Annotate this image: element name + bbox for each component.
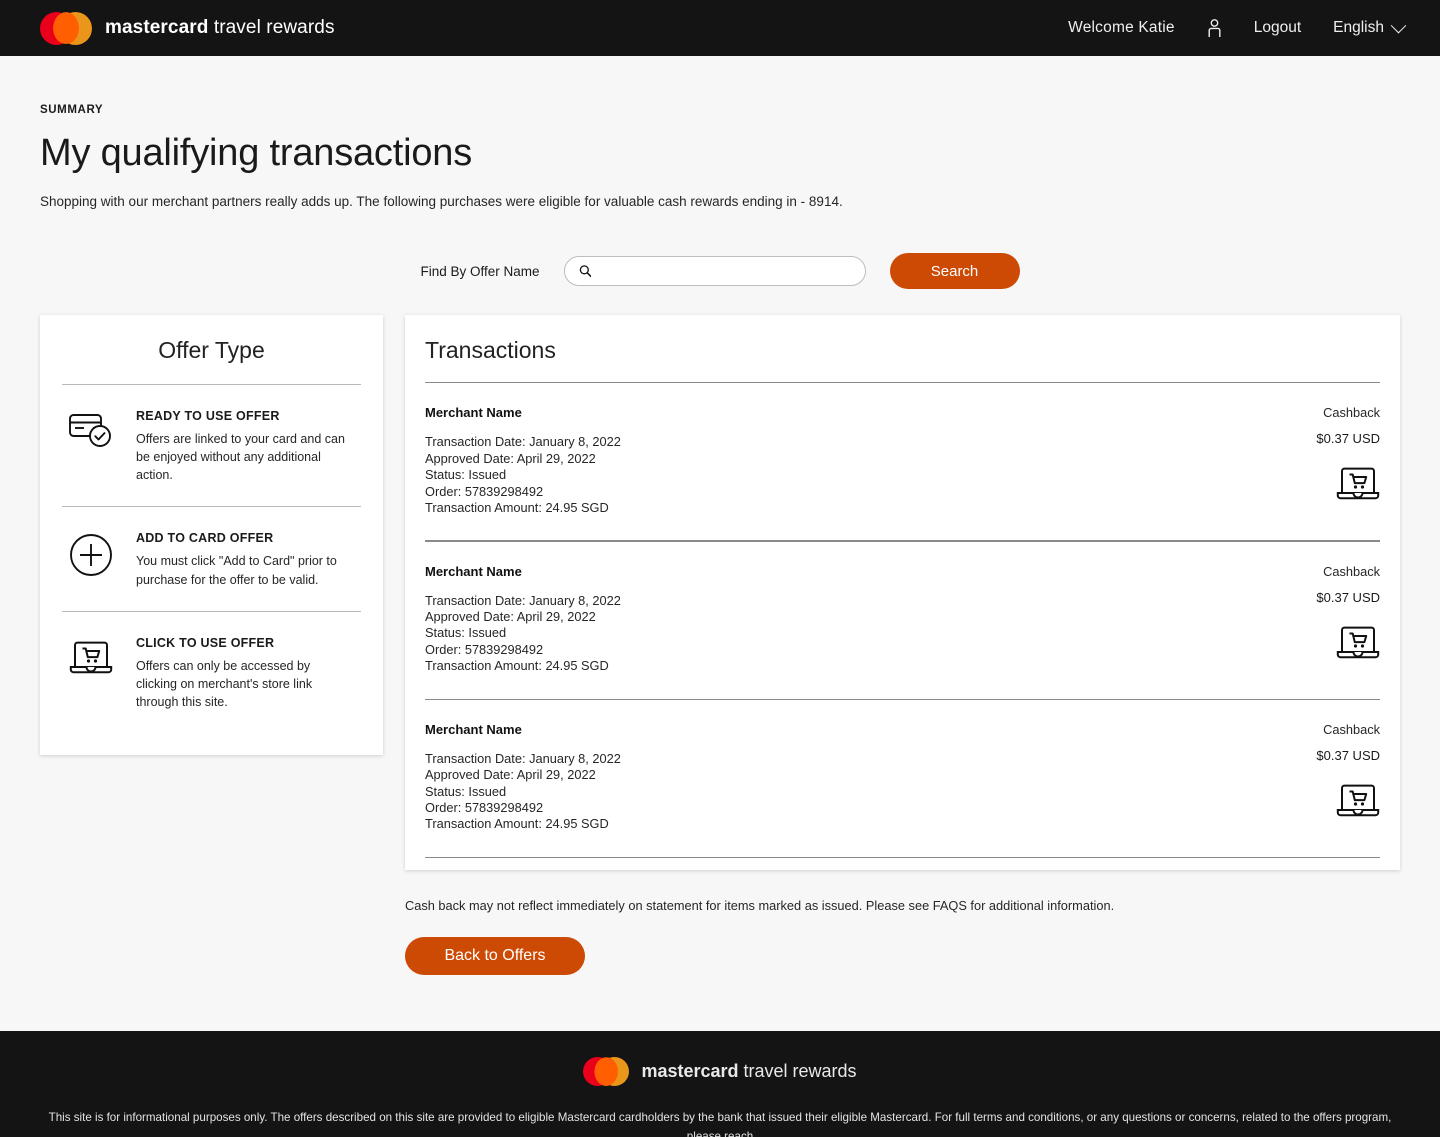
table-row: Merchant Name Transaction Date: January … xyxy=(425,542,1380,699)
footer-legal-text: This site is for informational purposes … xyxy=(20,1108,1420,1137)
back-button-wrap: Back to Offers xyxy=(40,937,1400,1031)
merchant-name: Merchant Name xyxy=(425,405,522,421)
table-row: Merchant Name Transaction Date: January … xyxy=(425,700,1380,857)
cashback-amount: $0.37 USD xyxy=(1316,431,1380,447)
transaction-date: Transaction Date: January 8, 2022 xyxy=(425,434,621,450)
transaction-fields: Transaction Date: January 8, 2022 Approv… xyxy=(425,434,621,516)
transaction-amount: Transaction Amount: 24.95 SGD xyxy=(425,816,609,832)
laptop-cart-icon xyxy=(62,636,120,676)
brand-name-bold: mastercard xyxy=(105,17,209,38)
transaction-details: Merchant Name Transaction Date: January … xyxy=(425,405,621,516)
offer-type-description: You must click "Add to Card" prior to pu… xyxy=(136,554,337,587)
offer-type-description: Offers can only be accessed by clicking … xyxy=(136,658,313,709)
transaction-fields: Transaction Date: January 8, 2022 Approv… xyxy=(425,593,621,675)
offer-type-item-add-to-card: ADD TO CARD OFFER You must click "Add to… xyxy=(62,507,361,610)
transaction-details: Merchant Name Transaction Date: January … xyxy=(425,722,621,833)
breadcrumb: SUMMARY xyxy=(40,104,104,116)
cashback-label: Cashback xyxy=(1323,563,1380,579)
divider xyxy=(425,856,1380,859)
page-subtitle: Shopping with our merchant partners real… xyxy=(40,194,843,209)
top-navigation: Welcome Katie Logout English xyxy=(1052,17,1420,38)
laptop-cart-icon xyxy=(1336,623,1380,666)
transaction-amount: Transaction Amount: 24.95 SGD xyxy=(425,658,609,674)
footer-legal-line-1: This site is for informational purposes … xyxy=(48,1111,1392,1137)
offer-type-heading: ADD TO CARD OFFER xyxy=(136,531,274,546)
footer-brand-name: mastercard travel rewards xyxy=(641,1061,856,1082)
offer-type-panel: Offer Type READY TO USE OFFER Offers are… xyxy=(40,315,383,755)
footer-brand-light: travel rewards xyxy=(738,1061,857,1082)
plus-circle-icon xyxy=(62,531,120,577)
search-box[interactable] xyxy=(563,256,866,286)
logout-link[interactable]: Logout xyxy=(1238,19,1317,37)
merchant-name: Merchant Name xyxy=(425,563,522,579)
cashback-amount: $0.37 USD xyxy=(1316,747,1380,763)
offer-type-heading: READY TO USE OFFER xyxy=(136,409,280,423)
content-columns: Offer Type READY TO USE OFFER Offers are… xyxy=(40,315,1400,871)
transaction-details: Merchant Name Transaction Date: January … xyxy=(425,564,621,675)
transaction-date: Transaction Date: January 8, 2022 xyxy=(425,750,621,766)
page-title: My qualifying transactions xyxy=(40,132,473,174)
table-row: Merchant Name Transaction Date: January … xyxy=(425,383,1380,540)
laptop-cart-icon xyxy=(1336,781,1380,824)
approved-date: Approved Date: April 29, 2022 xyxy=(425,609,596,625)
cashback-label: Cashback xyxy=(1323,405,1380,421)
merchant-name: Merchant Name xyxy=(425,721,522,737)
brand-name-light: travel rewards xyxy=(208,17,335,38)
order-number: Order: 57839298492 xyxy=(425,641,544,657)
cashback-label: Cashback xyxy=(1323,721,1380,737)
page-footer: mastercard travel rewards This site is f… xyxy=(0,1031,1440,1137)
cashback-amount: $0.37 USD xyxy=(1316,589,1380,605)
laptop-cart-icon xyxy=(1336,464,1380,507)
transaction-amount: Transaction Amount: 24.95 SGD xyxy=(425,499,609,515)
mastercard-logo-icon xyxy=(583,1057,630,1087)
status-badge: Status: Issued xyxy=(425,783,507,799)
order-number: Order: 57839298492 xyxy=(425,800,544,816)
transactions-title: Transactions xyxy=(425,337,556,363)
footer-brand-bold: mastercard xyxy=(641,1061,739,1082)
mastercard-logo-icon xyxy=(40,11,92,45)
search-icon xyxy=(579,265,592,278)
cashback-note: Cash back may not reflect immediately on… xyxy=(405,898,1115,914)
approved-date: Approved Date: April 29, 2022 xyxy=(425,767,596,783)
offer-type-description: Offers are linked to your card and can b… xyxy=(136,432,345,483)
search-label: Find By Offer Name xyxy=(420,263,540,279)
offer-type-heading: CLICK TO USE OFFER xyxy=(136,635,275,650)
brand-logo[interactable]: mastercard travel rewards xyxy=(40,11,335,45)
brand-name: mastercard travel rewards xyxy=(105,17,335,39)
offer-type-title: Offer Type xyxy=(158,337,265,363)
offer-type-item-ready-to-use: READY TO USE OFFER Offers are linked to … xyxy=(62,385,361,506)
page-content: SUMMARY My qualifying transactions Shopp… xyxy=(0,104,1440,1031)
cashback-block: Cashback $0.37 USD xyxy=(1316,564,1380,675)
transaction-date: Transaction Date: January 8, 2022 xyxy=(425,592,621,608)
search-row: Find By Offer Name Search xyxy=(40,253,1400,289)
chevron-down-icon xyxy=(1390,17,1407,33)
order-number: Order: 57839298492 xyxy=(425,483,544,499)
cashback-block: Cashback $0.37 USD xyxy=(1316,722,1380,833)
status-badge: Status: Issued xyxy=(425,467,507,483)
language-label: English xyxy=(1333,19,1384,36)
language-selector[interactable]: English xyxy=(1317,17,1420,37)
status-badge: Status: Issued xyxy=(425,625,507,641)
credit-card-check-icon xyxy=(62,409,120,449)
top-header-bar: mastercard travel rewards Welcome Katie … xyxy=(0,0,1440,56)
user-icon[interactable] xyxy=(1191,18,1238,38)
offer-type-item-click-to-use: CLICK TO USE OFFER Offers can only be ac… xyxy=(62,612,361,733)
transactions-panel: Transactions Merchant Name Transaction D… xyxy=(405,315,1400,871)
footer-brand: mastercard travel rewards xyxy=(20,1057,1420,1087)
search-button[interactable]: Search xyxy=(889,253,1020,289)
cashback-block: Cashback $0.37 USD xyxy=(1316,405,1380,516)
welcome-message: Welcome Katie xyxy=(1068,19,1175,36)
back-to-offers-button[interactable]: Back to Offers xyxy=(405,937,585,976)
approved-date: Approved Date: April 29, 2022 xyxy=(425,450,596,466)
transaction-fields: Transaction Date: January 8, 2022 Approv… xyxy=(425,751,621,833)
search-input[interactable] xyxy=(599,263,851,279)
